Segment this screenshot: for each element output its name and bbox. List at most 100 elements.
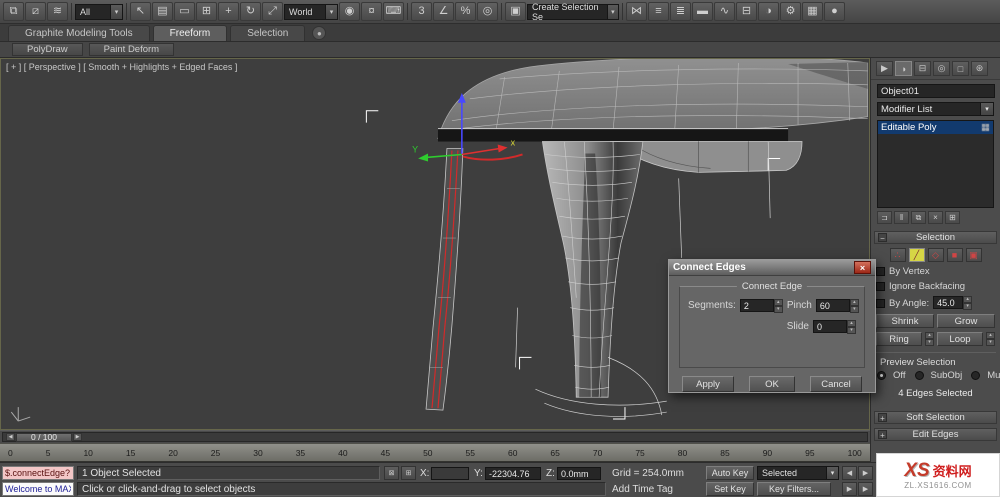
motion-tab-icon[interactable]: ◎: [933, 61, 950, 76]
ignore-backfacing-checkbox[interactable]: [876, 282, 885, 291]
by-angle-checkbox[interactable]: [876, 298, 885, 308]
render-production-icon[interactable]: ●: [824, 2, 845, 21]
vertex-mode-icon[interactable]: ∴: [889, 248, 906, 262]
create-tab-icon[interactable]: ▶: [876, 61, 893, 76]
select-object-icon[interactable]: ↖: [130, 2, 151, 21]
add-time-tag[interactable]: Add Time Tag: [612, 484, 673, 495]
spin-up-icon[interactable]: ▴: [925, 332, 934, 339]
slide-field[interactable]: [813, 320, 847, 333]
element-mode-icon[interactable]: ▣: [965, 248, 982, 262]
select-and-link-icon[interactable]: ⧉: [3, 2, 24, 21]
spinner-snap-icon[interactable]: ◎: [477, 2, 498, 21]
spin-up-icon[interactable]: ▴: [847, 320, 856, 327]
spin-down-icon[interactable]: ▾: [847, 327, 856, 334]
material-editor-icon[interactable]: ◑: [758, 2, 779, 21]
next-frame-icon[interactable]: ▶: [73, 433, 82, 441]
rollout-edit-edges[interactable]: + Edit Edges: [874, 428, 997, 441]
time-slider[interactable]: ◀ 0 / 100 ▶: [0, 430, 870, 443]
maxscript-input[interactable]: [2, 466, 74, 480]
make-unique-icon[interactable]: ⧉: [911, 211, 926, 224]
set-key-button[interactable]: Set Key: [706, 482, 754, 496]
utilities-tab-icon[interactable]: ⊛: [971, 61, 988, 76]
shrink-button[interactable]: Shrink: [876, 314, 934, 328]
spin-down-icon[interactable]: ▾: [773, 306, 783, 313]
maxscript-output[interactable]: [2, 482, 74, 496]
edit-named-sets-icon[interactable]: ▣: [505, 2, 526, 21]
unlink-selection-icon[interactable]: ⧄: [25, 2, 46, 21]
snaps-toggle-icon[interactable]: 3: [411, 2, 432, 21]
hierarchy-tab-icon[interactable]: ⊟: [914, 61, 931, 76]
preview-subobj-radio[interactable]: [914, 371, 924, 380]
tab-graphite-modeling-tools[interactable]: Graphite Modeling Tools: [8, 25, 150, 41]
modifier-stack[interactable]: Editable Poly ▦: [877, 120, 994, 208]
spin-down-icon[interactable]: ▾: [986, 339, 995, 346]
select-and-move-icon[interactable]: +: [218, 2, 239, 21]
preview-multi-radio[interactable]: [971, 371, 981, 380]
z-coordinate-field[interactable]: [557, 467, 601, 480]
selected-set-dropdown[interactable]: Selected ▾: [757, 466, 839, 480]
tab-paint-deform[interactable]: Paint Deform: [88, 43, 175, 56]
polygon-mode-icon[interactable]: ■: [946, 248, 963, 262]
tab-polydraw[interactable]: PolyDraw: [12, 43, 83, 56]
border-mode-icon[interactable]: ◇: [927, 248, 944, 262]
time-slider-handle[interactable]: 0 / 100: [16, 432, 72, 442]
spin-up-icon[interactable]: ▴: [986, 332, 995, 339]
angle-snap-icon[interactable]: ∠: [433, 2, 454, 21]
modify-tab-icon[interactable]: ◑: [895, 61, 912, 76]
pinch-field[interactable]: [815, 299, 850, 312]
spin-down-icon[interactable]: ▾: [925, 339, 934, 346]
rollout-selection[interactable]: − Selection: [874, 231, 997, 244]
dialog-title-bar[interactable]: Connect Edges ×: [669, 260, 875, 276]
object-name-field[interactable]: [877, 84, 995, 98]
ring-button[interactable]: Ring: [876, 332, 922, 346]
preview-off-radio[interactable]: [877, 371, 886, 380]
show-end-result-icon[interactable]: ‖: [894, 211, 909, 224]
play-animation-icon[interactable]: ▶: [842, 482, 857, 496]
keyboard-override-icon[interactable]: ⌨: [383, 2, 404, 21]
rollout-soft-selection[interactable]: + Soft Selection: [874, 411, 997, 424]
percent-snap-icon[interactable]: %: [455, 2, 476, 21]
selection-filter-dropdown[interactable]: All ▾: [75, 3, 123, 20]
select-by-name-icon[interactable]: ▤: [152, 2, 173, 21]
by-angle-value[interactable]: [933, 296, 964, 309]
mirror-icon[interactable]: ⋈: [626, 2, 647, 21]
tab-freeform[interactable]: Freeform: [152, 25, 228, 41]
grow-button[interactable]: Grow: [937, 314, 995, 328]
render-setup-icon[interactable]: ⚙: [780, 2, 801, 21]
auto-key-button[interactable]: Auto Key: [706, 466, 754, 480]
modifier-list-dropdown[interactable]: Modifier List ▾: [877, 102, 994, 116]
track-bar[interactable]: 0 5 10 15 20 25 30 35 40 45 50 55 60 65 70 75 80 85 90 95 10…: [0, 443, 870, 462]
time-slider-track[interactable]: ◀ 0 / 100 ▶: [2, 432, 868, 442]
configure-modifier-sets-icon[interactable]: ⊞: [945, 211, 960, 224]
reference-coordinate-dropdown[interactable]: World ▾: [284, 3, 338, 20]
spin-down-icon[interactable]: ▾: [963, 303, 973, 310]
stack-item-editable-poly[interactable]: Editable Poly ▦: [878, 121, 993, 134]
viewport-label[interactable]: [ + ] [ Perspective ] [ Smooth + Highlig…: [6, 62, 237, 72]
align-icon[interactable]: ≡: [648, 2, 669, 21]
select-and-scale-icon[interactable]: ⤢: [262, 2, 283, 21]
spin-up-icon[interactable]: ▴: [963, 296, 973, 303]
y-coordinate-field[interactable]: [485, 467, 541, 480]
rendered-frame-icon[interactable]: ▦: [802, 2, 823, 21]
window-crossing-icon[interactable]: ⊞: [196, 2, 217, 21]
remove-modifier-icon[interactable]: ×: [928, 211, 943, 224]
spin-up-icon[interactable]: ▴: [773, 299, 783, 306]
selection-lock-icon[interactable]: ⊠: [384, 466, 399, 480]
spin-down-icon[interactable]: ▾: [849, 306, 859, 313]
previous-key-icon[interactable]: ◀: [842, 466, 857, 480]
spin-up-icon[interactable]: ▴: [849, 299, 859, 306]
close-icon[interactable]: ×: [854, 261, 871, 274]
key-filters-button[interactable]: Key Filters...: [757, 482, 831, 496]
previous-frame-icon[interactable]: ◀: [6, 433, 15, 441]
selection-region-icon[interactable]: ▭: [174, 2, 195, 21]
select-and-manipulate-icon[interactable]: ¤: [361, 2, 382, 21]
absolute-mode-icon[interactable]: ⊞: [401, 466, 416, 480]
x-coordinate-field[interactable]: [431, 467, 469, 480]
display-tab-icon[interactable]: □: [952, 61, 969, 76]
select-and-rotate-icon[interactable]: ↻: [240, 2, 261, 21]
bind-to-spacewarp-icon[interactable]: ≋: [47, 2, 68, 21]
by-vertex-checkbox[interactable]: [876, 267, 885, 276]
layer-manager-icon[interactable]: ≣: [670, 2, 691, 21]
edge-mode-icon[interactable]: ╱: [908, 248, 925, 262]
use-center-icon[interactable]: ◉: [339, 2, 360, 21]
